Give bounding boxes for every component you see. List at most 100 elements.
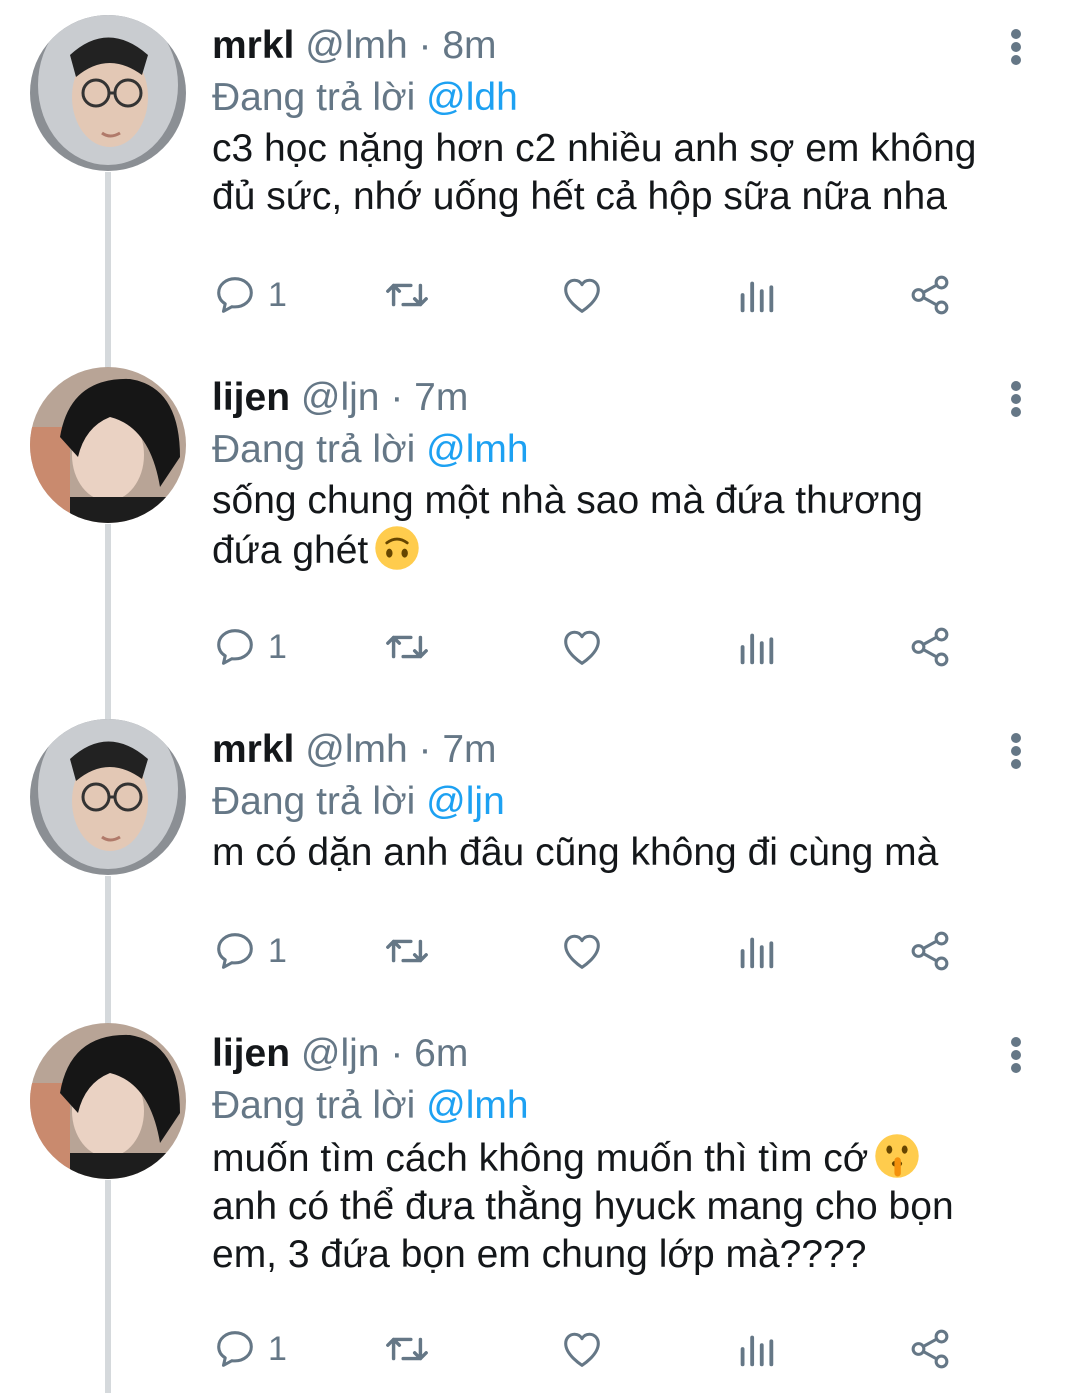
share-icon xyxy=(911,275,949,315)
display-name[interactable]: lijen xyxy=(212,376,290,419)
tweet-text-line: c3 học nặng hơn c2 nhiều anh sợ em không xyxy=(212,127,977,170)
tweet-text: c3 học nặng hơn c2 nhiều anh sợ em không… xyxy=(212,125,1042,221)
tweet-text: m có dặn anh đâu cũng không đi cùng mà xyxy=(212,829,1042,877)
reply-icon xyxy=(217,629,253,665)
action-bar: 1 xyxy=(212,622,972,672)
thread-line xyxy=(105,524,111,720)
separator: · xyxy=(390,376,404,419)
tweet-text-line-with-emoji: đứa ghét xyxy=(212,525,1042,575)
tweet-text-line: sống chung một nhà sao mà đứa thương xyxy=(212,479,923,522)
share-icon xyxy=(911,1329,949,1369)
action-bar: 1 xyxy=(212,1324,972,1374)
tweet-text-line: đứa ghét xyxy=(212,529,369,572)
reply-button[interactable]: 1 xyxy=(212,270,287,320)
tweet-header: lijen @ljn · 7m xyxy=(212,374,468,422)
share-button[interactable] xyxy=(907,926,953,976)
avatar[interactable] xyxy=(30,367,186,523)
mention-link[interactable]: @ldh xyxy=(426,76,518,119)
analytics-icon xyxy=(740,281,774,313)
replying-to: Đang trả lời @lmh xyxy=(212,1082,529,1130)
separator: · xyxy=(418,24,432,67)
like-icon xyxy=(564,630,600,665)
thread-line xyxy=(105,876,111,1024)
replying-to: Đang trả lời @lmh xyxy=(212,426,529,474)
more-options-icon[interactable] xyxy=(1000,22,1034,70)
tweet-text-line: anh có thể đưa thằng hyuck mang cho bọn xyxy=(212,1185,954,1228)
reply-count: 1 xyxy=(268,275,287,314)
separator: · xyxy=(390,1032,404,1075)
retweet-icon xyxy=(386,939,428,963)
separator: · xyxy=(418,728,432,771)
retweet-button[interactable] xyxy=(382,622,432,672)
timestamp[interactable]: 6m xyxy=(414,1032,468,1075)
handle[interactable]: @lmh xyxy=(305,24,407,67)
tweet-text-line: m có dặn anh đâu cũng không đi cùng mà xyxy=(212,831,939,874)
reply-icon xyxy=(217,277,253,313)
timestamp[interactable]: 8m xyxy=(442,24,496,67)
replying-to: Đang trả lời @ldh xyxy=(212,74,518,122)
share-button[interactable] xyxy=(907,622,953,672)
retweet-icon xyxy=(386,1337,428,1361)
display-name[interactable]: mrkl xyxy=(212,728,294,771)
tweet-text: muốn tìm cách không muốn thì tìm cớ anh … xyxy=(212,1133,1042,1279)
replying-to-label: Đang trả lời xyxy=(212,780,416,823)
reply-button[interactable]: 1 xyxy=(212,1324,287,1374)
handle[interactable]: @ljn xyxy=(301,1032,380,1075)
reply-button[interactable]: 1 xyxy=(212,622,287,672)
retweet-button[interactable] xyxy=(382,1324,432,1374)
analytics-button[interactable] xyxy=(736,926,776,976)
retweet-icon xyxy=(386,635,428,659)
retweet-button[interactable] xyxy=(382,270,432,320)
tweet-header: lijen @ljn · 6m xyxy=(212,1030,468,1078)
tweet-text: sống chung một nhà sao mà đứa thương đứa… xyxy=(212,477,1042,575)
reply-count: 1 xyxy=(268,1329,287,1368)
tweet-text-line-with-emoji: muốn tìm cách không muốn thì tìm cớ xyxy=(212,1133,1042,1183)
analytics-button[interactable] xyxy=(736,622,776,672)
replying-to: Đang trả lời @ljn xyxy=(212,778,505,826)
mention-link[interactable]: @lmh xyxy=(426,1084,528,1127)
like-icon xyxy=(564,1332,600,1367)
more-options-icon[interactable] xyxy=(1000,1030,1034,1078)
analytics-button[interactable] xyxy=(736,270,776,320)
avatar[interactable] xyxy=(30,719,186,875)
avatar[interactable] xyxy=(30,15,186,171)
analytics-button[interactable] xyxy=(736,1324,776,1374)
replying-to-label: Đang trả lời xyxy=(212,428,416,471)
retweet-icon xyxy=(386,283,428,307)
handle[interactable]: @ljn xyxy=(301,376,380,419)
action-bar: 1 xyxy=(212,270,972,320)
reply-icon xyxy=(217,1331,253,1367)
reply-button[interactable]: 1 xyxy=(212,926,287,976)
analytics-icon xyxy=(740,633,774,665)
like-icon xyxy=(564,934,600,969)
share-button[interactable] xyxy=(907,270,953,320)
reply-icon xyxy=(217,933,253,969)
retweet-button[interactable] xyxy=(382,926,432,976)
analytics-icon xyxy=(740,1335,774,1367)
avatar[interactable] xyxy=(30,1023,186,1179)
analytics-icon xyxy=(740,937,774,969)
share-button[interactable] xyxy=(907,1324,953,1374)
mention-link[interactable]: @ljn xyxy=(426,780,505,823)
reply-count: 1 xyxy=(268,931,287,970)
tweet-header: mrkl @lmh · 7m xyxy=(212,726,497,774)
like-button[interactable] xyxy=(559,1324,605,1374)
like-button[interactable] xyxy=(559,926,605,976)
upside-down-face-emoji xyxy=(375,526,419,570)
display-name[interactable]: mrkl xyxy=(212,24,294,67)
like-button[interactable] xyxy=(559,270,605,320)
timestamp[interactable]: 7m xyxy=(414,376,468,419)
timestamp[interactable]: 7m xyxy=(442,728,496,771)
action-bar: 1 xyxy=(212,926,972,976)
replying-to-label: Đang trả lời xyxy=(212,1084,416,1127)
shushing-face-emoji xyxy=(875,1134,920,1178)
handle[interactable]: @lmh xyxy=(305,728,407,771)
like-button[interactable] xyxy=(559,622,605,672)
more-options-icon[interactable] xyxy=(1000,726,1034,774)
mention-link[interactable]: @lmh xyxy=(426,428,528,471)
reply-count: 1 xyxy=(268,627,287,666)
display-name[interactable]: lijen xyxy=(212,1032,290,1075)
more-options-icon[interactable] xyxy=(1000,374,1034,422)
tweet-text-line: em, 3 đứa bọn em chung lớp mà???? xyxy=(212,1233,867,1276)
share-icon xyxy=(911,931,949,971)
